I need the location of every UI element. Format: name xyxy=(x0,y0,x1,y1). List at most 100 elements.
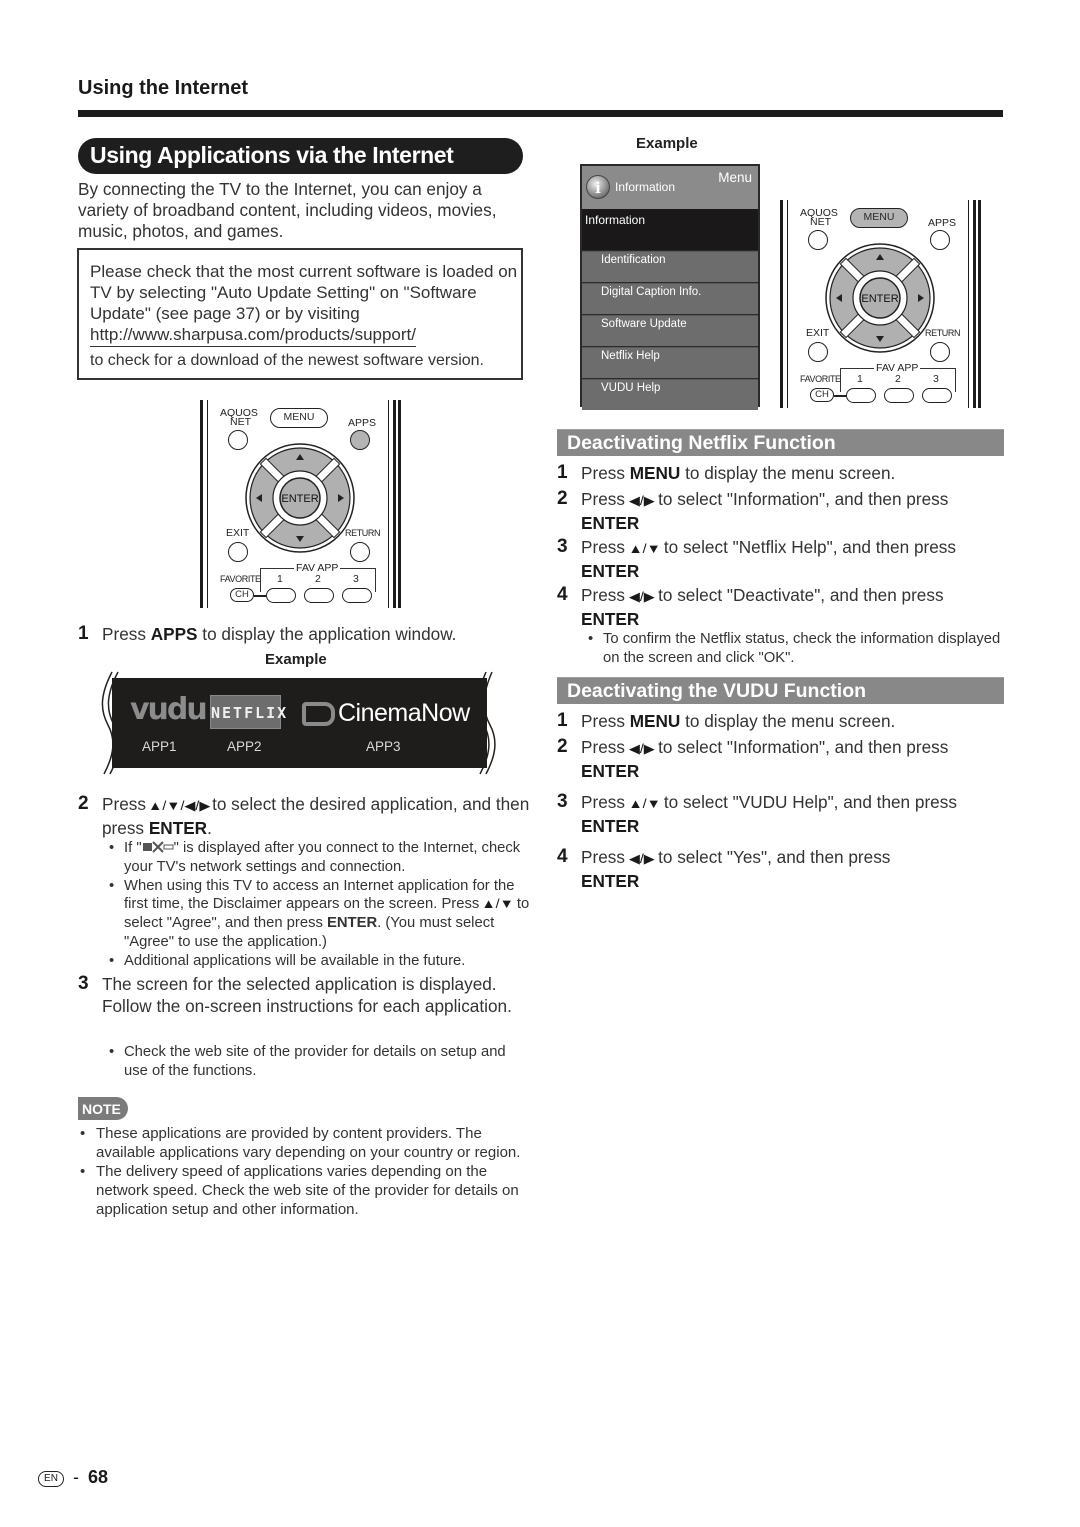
menu-button[interactable]: MENU xyxy=(270,408,328,428)
menu-header-title: Information xyxy=(615,180,676,194)
remote-edge xyxy=(973,200,976,408)
fav-app-2-button[interactable] xyxy=(884,388,914,403)
step-text: to display the menu screen. xyxy=(680,711,896,731)
software-notice-box: Please check that the most current softw… xyxy=(77,248,523,380)
support-url-link[interactable]: http://www.sharpusa.com/products/support… xyxy=(90,324,416,347)
menu-subtitle: Information xyxy=(582,209,758,250)
remote-edge xyxy=(780,200,783,408)
enter-key-label: ENTER xyxy=(581,561,640,581)
remote-diagram-apps: AQUOS NET MENU APPS EXIT RETURN FAV APP FAVORIT… xyxy=(200,400,401,608)
remote-edge xyxy=(207,400,208,608)
note-item: These applications are provided by conte… xyxy=(78,1124,528,1162)
remote-edge xyxy=(388,400,389,608)
enter-key-label: ENTER xyxy=(148,818,208,838)
fav-app-3-button[interactable] xyxy=(922,388,952,403)
dpad[interactable]: ENTER xyxy=(244,442,356,554)
remote-diagram-menu: AQUOS NET MENU APPS EXIT RETURN FAV APP FAVORIT… xyxy=(780,200,981,408)
arrow-keys-icon: ▲/▼/◀/▶ xyxy=(147,798,211,813)
remote-edge xyxy=(393,400,396,608)
step-text: Press xyxy=(581,847,630,867)
net-label: NET xyxy=(230,416,251,428)
step-number: 2 xyxy=(557,736,568,757)
notice-tail: to check for a download of the newest so… xyxy=(90,352,484,369)
enter-key-label: ENTER xyxy=(581,609,640,629)
remote-edge xyxy=(200,400,203,608)
step-text: Press xyxy=(581,489,630,509)
menu-item-identification[interactable]: Identification xyxy=(582,251,758,282)
step-text: to display the application window. xyxy=(197,624,457,644)
step-1: 1 Press APPS to display the application … xyxy=(78,623,538,645)
cinemanow-icon xyxy=(302,702,335,726)
step-text: The screen for the selected application … xyxy=(102,974,512,1016)
bullet-item: If "" is displayed after you connect to … xyxy=(102,839,532,877)
step-text: to select "Information", and then press xyxy=(653,737,949,757)
remote-edge xyxy=(787,200,788,408)
connector-line xyxy=(834,395,846,397)
app-label: APP3 xyxy=(366,739,401,754)
bullet-item: Check the web site of the provider for d… xyxy=(102,1043,532,1081)
step-text: to display the menu screen. xyxy=(680,463,896,483)
step-text: Press xyxy=(581,711,630,731)
step-1: 1 Press MENU to display the menu screen. xyxy=(557,462,1007,484)
menu-button[interactable]: MENU xyxy=(850,208,908,228)
step-number: 2 xyxy=(557,488,568,509)
ch-button[interactable]: CH xyxy=(230,588,254,602)
menu-item-software-update[interactable]: Software Update xyxy=(582,315,758,346)
enter-key-label: ENTER xyxy=(581,871,640,891)
bullet-item: Additional applications will be availabl… xyxy=(102,952,532,971)
bullet-item: When using this TV to access an Internet… xyxy=(102,877,532,952)
netflix-bullets: To confirm the Netflix status, check the… xyxy=(581,630,1011,668)
step-text: to select "Yes", and then press xyxy=(653,847,891,867)
arrow-keys-icon: ▲/▼ xyxy=(628,796,661,811)
apps-label: APPS xyxy=(348,417,377,429)
note-badge: NOTE xyxy=(78,1097,128,1120)
menu-item-vudu-help[interactable]: VUDU Help xyxy=(582,379,758,410)
fav-app-1-button[interactable] xyxy=(266,588,296,603)
step-2-bullets: If "" is displayed after you connect to … xyxy=(102,839,532,971)
fav-number: 2 xyxy=(315,573,321,585)
step-number: 2 xyxy=(78,793,89,814)
dpad[interactable]: ENTER xyxy=(824,242,936,354)
step-2: 2 Press ▲/▼/◀/▶ to select the desired ap… xyxy=(78,793,538,839)
fav-app-label: FAV APP xyxy=(874,362,921,374)
menu-item-digital-caption-info[interactable]: Digital Caption Info. xyxy=(582,283,758,314)
arrow-keys-icon: ▲/▼ xyxy=(628,541,661,556)
section-label: Using the Internet xyxy=(78,77,249,99)
remote-edge xyxy=(968,200,969,408)
bullet-text: Additional applications will be availabl… xyxy=(124,952,466,969)
bullet-text: " is displayed after you connect to the … xyxy=(124,840,521,875)
vudu-logo[interactable]: vudu xyxy=(130,692,208,727)
fav-number: 2 xyxy=(895,373,901,385)
vudu-section-title: Deactivating the VUDU Function xyxy=(557,677,1004,704)
enter-label: ENTER xyxy=(281,493,318,505)
step-text: Press xyxy=(581,737,630,757)
menu-label: Menu xyxy=(718,170,752,185)
step-4: 4 Press ◀/▶ to select "Yes", and then pre… xyxy=(557,846,1007,892)
cinemanow-logo[interactable]: CinemaNow xyxy=(338,699,470,728)
intro-paragraph: By connecting the TV to the Internet, yo… xyxy=(78,179,497,241)
fav-app-label: FAV APP xyxy=(294,562,341,574)
application-window: vudu NETFLIX CinemaNow APP1 APP2 APP3 xyxy=(100,670,498,776)
ch-button[interactable]: CH xyxy=(810,388,834,402)
fav-app-1-button[interactable] xyxy=(846,388,876,403)
step-2: 2 Press ◀/▶ to select "Information", and … xyxy=(557,736,1007,782)
step-text: Press xyxy=(102,624,151,644)
step-number: 1 xyxy=(557,710,568,731)
fav-app-3-button[interactable] xyxy=(342,588,372,603)
step-2: 2 Press ◀/▶ to select "Information", and … xyxy=(557,488,1007,534)
enter-key-label: ENTER xyxy=(581,513,640,533)
netflix-logo[interactable]: NETFLIX xyxy=(210,695,286,729)
apps-key-label: APPS xyxy=(150,624,198,644)
enter-key-label: ENTER xyxy=(581,816,640,836)
step-text: to select "Information", and then press xyxy=(653,489,949,509)
arrow-keys-icon: ◀/▶ xyxy=(628,851,655,866)
app-label: APP2 xyxy=(227,739,262,754)
example-label: Example xyxy=(636,135,698,152)
fav-app-2-button[interactable] xyxy=(304,588,334,603)
menu-item-netflix-help[interactable]: Netflix Help xyxy=(582,347,758,378)
arrow-keys-icon: ◀/▶ xyxy=(628,589,655,604)
menu-screen-example: i Information Menu Information Identific… xyxy=(580,164,760,410)
bullet-text: If " xyxy=(124,840,142,856)
arrow-keys-icon: ▲/▼ xyxy=(481,896,515,912)
page-number: 68 xyxy=(88,1467,109,1487)
